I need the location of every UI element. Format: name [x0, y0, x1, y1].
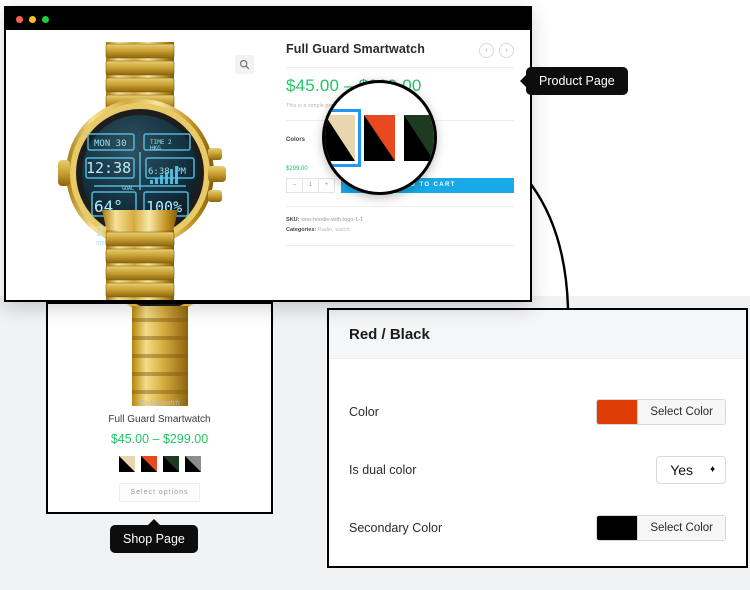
close-icon[interactable] — [16, 15, 23, 23]
select-color-button[interactable]: Select Color — [637, 400, 725, 424]
svg-text:HKG: HKG — [150, 145, 161, 152]
color-swatch-grey[interactable] — [184, 456, 201, 472]
browser-titlebar — [6, 8, 530, 30]
shop-swatch-list — [48, 456, 271, 472]
next-product-button[interactable]: › — [499, 43, 514, 58]
color-swatch-dark-green[interactable] — [403, 114, 434, 161]
maximize-icon[interactable] — [42, 15, 49, 23]
stage: 64° 100% 2254 24% Radio, watch Full Guar… — [0, 0, 750, 590]
select-color-button[interactable]: Select Color — [637, 516, 725, 540]
shop-page-card: 64° 100% 2254 24% Radio, watch Full Guar… — [46, 302, 273, 514]
svg-text:MON 30: MON 30 — [94, 139, 127, 149]
categories-label: Categories: — [286, 227, 317, 234]
color-swatch-red-black[interactable] — [364, 114, 395, 161]
tooltip-shop-page: Shop Page — [110, 525, 198, 553]
color-swatch-red-black[interactable] — [140, 456, 157, 472]
color-swatch-cream[interactable] — [118, 456, 135, 472]
settings-row: Secondary Color Select Color — [349, 499, 726, 557]
dual-color-select[interactable]: Yes ▲ ▼ — [656, 456, 726, 484]
tooltip-product-page: Product Page — [526, 67, 628, 95]
shop-product-image: 64° 100% 2254 24% — [60, 304, 260, 415]
select-value: Yes — [670, 462, 694, 478]
quantity-stepper[interactable]: – 1 + — [286, 177, 335, 193]
settings-fields: Color Select Color Is dual color Yes ▲ ▼ Secon… — [329, 359, 746, 557]
color-swatch-cream[interactable] — [325, 108, 362, 167]
color-swatch-dark-green[interactable] — [162, 456, 179, 472]
categories-value[interactable]: Radio, watch — [318, 227, 350, 233]
settings-row: Color Select Color — [349, 383, 726, 441]
sku-label: SKU: — [286, 216, 300, 223]
divider — [286, 67, 514, 68]
color-picker-field[interactable]: Select Color — [596, 399, 726, 425]
svg-text:12:38: 12:38 — [86, 159, 131, 177]
quantity-input[interactable]: 1 — [302, 178, 318, 192]
shop-product-info: Radio, watch Full Guard Smartwatch $45.0… — [48, 400, 271, 502]
chevron-updown-icon[interactable]: ▲ ▼ — [709, 465, 716, 474]
settings-row: Is dual color Yes ▲ ▼ — [349, 441, 726, 499]
product-page-browser-window: MON 30 TIME 2 HKG 12:38 6:38 PM 64° 100%… — [4, 6, 532, 302]
browser-content: MON 30 TIME 2 HKG 12:38 6:38 PM 64° 100%… — [6, 30, 530, 300]
page-title: Full Guard Smartwatch — [286, 42, 425, 56]
variation-settings-panel: Red / Black Color Select Color Is dual col… — [327, 308, 748, 568]
settings-row-label: Is dual color — [349, 463, 417, 477]
minimize-icon[interactable] — [29, 15, 36, 23]
product-nav: ‹ › — [479, 42, 514, 58]
quantity-increment-button[interactable]: + — [318, 178, 334, 192]
shop-product-title[interactable]: Full Guard Smartwatch — [48, 414, 271, 425]
shop-product-price: $45.00 – $299.00 — [110, 432, 209, 446]
svg-text:GOAL: GOAL — [122, 186, 134, 192]
prev-product-button[interactable]: ‹ — [479, 43, 494, 58]
quantity-decrement-button[interactable]: – — [287, 179, 302, 192]
sku-value: woo-hoodie-with-logo-1-1 — [300, 216, 364, 223]
color-preview-chip[interactable] — [597, 516, 638, 540]
sku-row: SKU: woo-hoodie-with-logo-1-1 — [286, 215, 514, 225]
settings-row-label: Secondary Color — [349, 521, 443, 535]
color-preview-chip[interactable] — [597, 400, 638, 424]
categories-row: Categories: Radio, watch — [286, 225, 514, 235]
select-options-button[interactable]: Select options — [118, 483, 201, 502]
product-meta: SKU: woo-hoodie-with-logo-1-1 Categories… — [286, 215, 514, 236]
settings-panel-header: Red / Black — [329, 310, 746, 359]
color-picker-field[interactable]: Select Color — [596, 515, 726, 541]
product-image[interactable]: MON 30 TIME 2 HKG 12:38 6:38 PM 64° 100%… — [6, 40, 274, 300]
product-gallery: MON 30 TIME 2 HKG 12:38 6:38 PM 64° 100%… — [6, 30, 274, 300]
product-header: Full Guard Smartwatch ‹ › — [286, 42, 514, 58]
divider — [286, 244, 514, 246]
shop-product-category[interactable]: Radio, watch — [48, 400, 271, 407]
divider — [286, 205, 514, 207]
settings-row-label: Color — [349, 405, 379, 419]
magnifier-lens — [322, 80, 437, 195]
settings-panel-title: Red / Black — [349, 325, 430, 343]
